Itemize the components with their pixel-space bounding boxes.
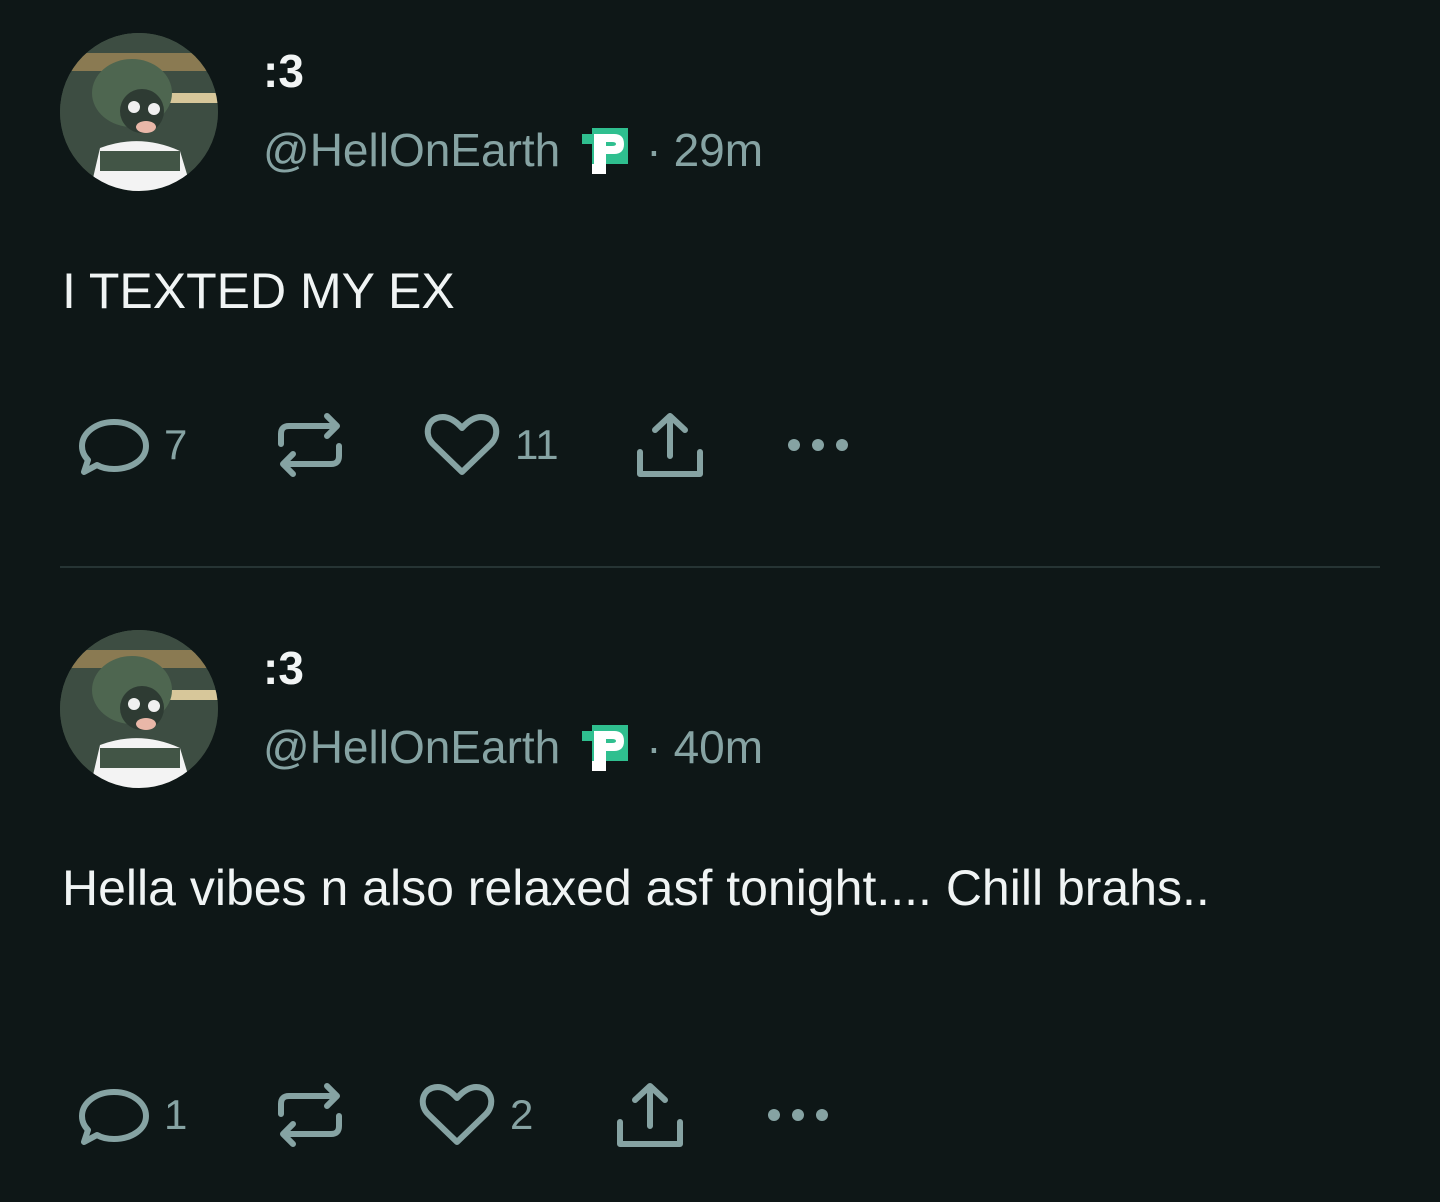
reply-count: 1 [164,1091,188,1138]
share-button[interactable] [635,410,705,480]
more-options-button[interactable] [762,1080,834,1150]
share-upload-icon [617,1083,683,1147]
avatar[interactable] [60,630,218,788]
post-divider [60,566,1380,568]
like-count: 11 [515,421,559,468]
share-upload-icon [637,413,703,477]
post-actions: 1 2 [78,1080,978,1150]
reply-button[interactable]: 7 [78,410,187,480]
separator-dot: · [646,721,662,773]
green-p-badge-icon[interactable] [580,124,632,176]
avatar-image [60,33,218,191]
user-handle[interactable]: @HellOnEarth [263,123,560,177]
repost-arrows-icon [278,413,342,477]
post-meta: @HellOnEarth · 40m [263,717,763,777]
ellipsis-icon [788,439,848,451]
heart-icon [424,414,500,475]
green-p-badge-icon[interactable] [580,721,632,773]
user-handle[interactable]: @HellOnEarth [263,720,560,774]
post-time[interactable]: 29m [674,123,763,177]
heart-icon [419,1084,495,1145]
separator-dot: · [646,124,662,176]
repost-button[interactable] [273,410,347,480]
post-text: I TEXTED MY EX [62,263,455,319]
post-meta: @HellOnEarth · 29m [263,120,763,180]
like-count: 2 [510,1091,534,1138]
ellipsis-icon [768,1109,828,1121]
like-button[interactable]: 11 [423,410,559,480]
more-options-button[interactable] [782,410,854,480]
post-text: Hella vibes n also relaxed asf tonight..… [62,860,1210,916]
speech-bubble-icon [79,1089,149,1145]
avatar[interactable] [60,33,218,191]
reply-button[interactable]: 1 [78,1080,187,1150]
display-name[interactable]: :3 [263,641,304,695]
speech-bubble-icon [79,419,149,475]
repost-arrows-icon [278,1083,342,1147]
avatar-image [60,630,218,788]
repost-button[interactable] [273,1080,347,1150]
post-actions: 7 11 [78,410,978,480]
display-name[interactable]: :3 [263,44,304,98]
like-button[interactable]: 2 [418,1080,533,1150]
post-time[interactable]: 40m [674,720,763,774]
reply-count: 7 [164,421,188,468]
share-button[interactable] [615,1080,685,1150]
